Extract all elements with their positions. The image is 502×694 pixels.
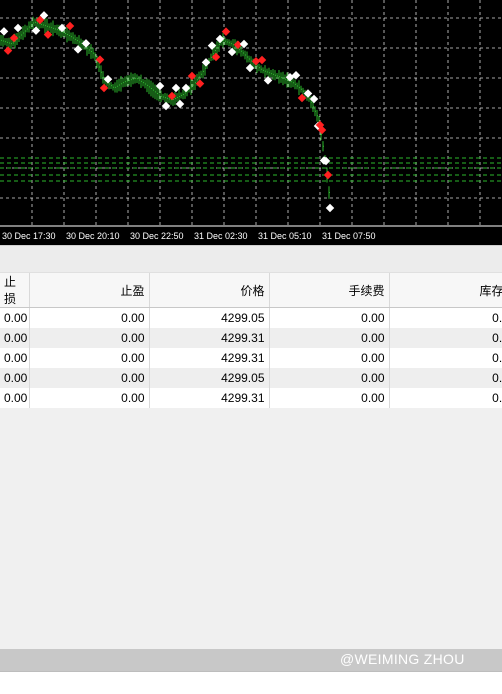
col-price[interactable]: 价格 [149, 273, 270, 308]
time-axis-label: 30 Dec 20:10 [66, 231, 120, 241]
chart-canvas[interactable]: 30 Dec 17:30 30 Dec 20:10 30 Dec 22:50 31 D… [0, 0, 502, 245]
table-row[interactable]: 0.00 0.00 4299.05 0.00 0.00 [0, 368, 502, 388]
trade-panel: 止损 止盈 价格 手续费 库存费 0.00 0.00 4299.05 0.00 … [0, 245, 502, 694]
cell-swap: 0.00 [389, 348, 502, 368]
table-row[interactable]: 0.00 0.00 4299.31 0.00 0.00 [0, 348, 502, 368]
time-axis-label: 30 Dec 22:50 [130, 231, 184, 241]
cell-commission: 0.00 [269, 368, 390, 388]
cell-swap: 0.00 [389, 368, 502, 388]
table-row[interactable]: 0.00 0.00 4299.05 0.00 0.00 [0, 307, 502, 328]
trades-table: 止损 止盈 价格 手续费 库存费 0.00 0.00 4299.05 0.00 … [0, 273, 502, 408]
cell-stop-loss: 0.00 [0, 328, 30, 348]
buy-marker [0, 27, 9, 36]
cell-commission: 0.00 [269, 307, 390, 328]
table-row[interactable]: 0.00 0.00 4299.31 0.00 0.00 [0, 328, 502, 348]
cell-take-profit: 0.00 [29, 348, 150, 368]
price-level-lines [0, 157, 502, 182]
chart-grid [0, 0, 502, 226]
cell-stop-loss: 0.00 [0, 388, 30, 408]
cell-commission: 0.00 [269, 388, 390, 408]
col-take-profit[interactable]: 止盈 [29, 273, 150, 308]
col-swap[interactable]: 库存费 [389, 273, 502, 308]
table-header-row: 止损 止盈 价格 手续费 库存费 [0, 273, 502, 308]
time-axis-labels: 30 Dec 17:30 30 Dec 20:10 30 Dec 22:50 31 D… [2, 231, 376, 241]
watermark-text: @WEIMING ZHOU [340, 651, 465, 667]
status-strip [0, 671, 502, 694]
buy-marker [263, 76, 273, 85]
time-axis-label: 31 Dec 07:50 [322, 231, 376, 241]
trade-markers [0, 11, 335, 213]
cell-price: 4299.31 [149, 388, 270, 408]
cell-swap: 0.00 [389, 388, 502, 408]
panel-toolbar [0, 245, 502, 273]
col-stop-loss[interactable]: 止损 [0, 273, 30, 308]
cell-stop-loss: 0.00 [0, 348, 30, 368]
time-axis-label: 30 Dec 17:30 [2, 231, 56, 241]
sell-marker [257, 55, 267, 65]
cell-commission: 0.00 [269, 348, 390, 368]
cell-take-profit: 0.00 [29, 368, 150, 388]
cell-stop-loss: 0.00 [0, 307, 30, 328]
cell-stop-loss: 0.00 [0, 368, 30, 388]
cell-take-profit: 0.00 [29, 388, 150, 408]
cell-price: 4299.31 [149, 328, 270, 348]
cell-price: 4299.31 [149, 348, 270, 368]
price-chart[interactable]: 30 Dec 17:30 30 Dec 20:10 30 Dec 22:50 31 D… [0, 0, 502, 245]
cell-take-profit: 0.00 [29, 307, 150, 328]
cell-price: 4299.05 [149, 307, 270, 328]
cell-swap: 0.00 [389, 307, 502, 328]
time-axis-label: 31 Dec 02:30 [194, 231, 248, 241]
cell-price: 4299.05 [149, 368, 270, 388]
cell-swap: 0.00 [389, 328, 502, 348]
table-row[interactable]: 0.00 0.00 4299.31 0.00 0.00 [0, 388, 502, 408]
cell-commission: 0.00 [269, 328, 390, 348]
cell-take-profit: 0.00 [29, 328, 150, 348]
sell-marker [323, 170, 333, 180]
buy-marker [325, 203, 335, 213]
col-commission[interactable]: 手续费 [269, 273, 390, 308]
time-axis-label: 31 Dec 05:10 [258, 231, 312, 241]
